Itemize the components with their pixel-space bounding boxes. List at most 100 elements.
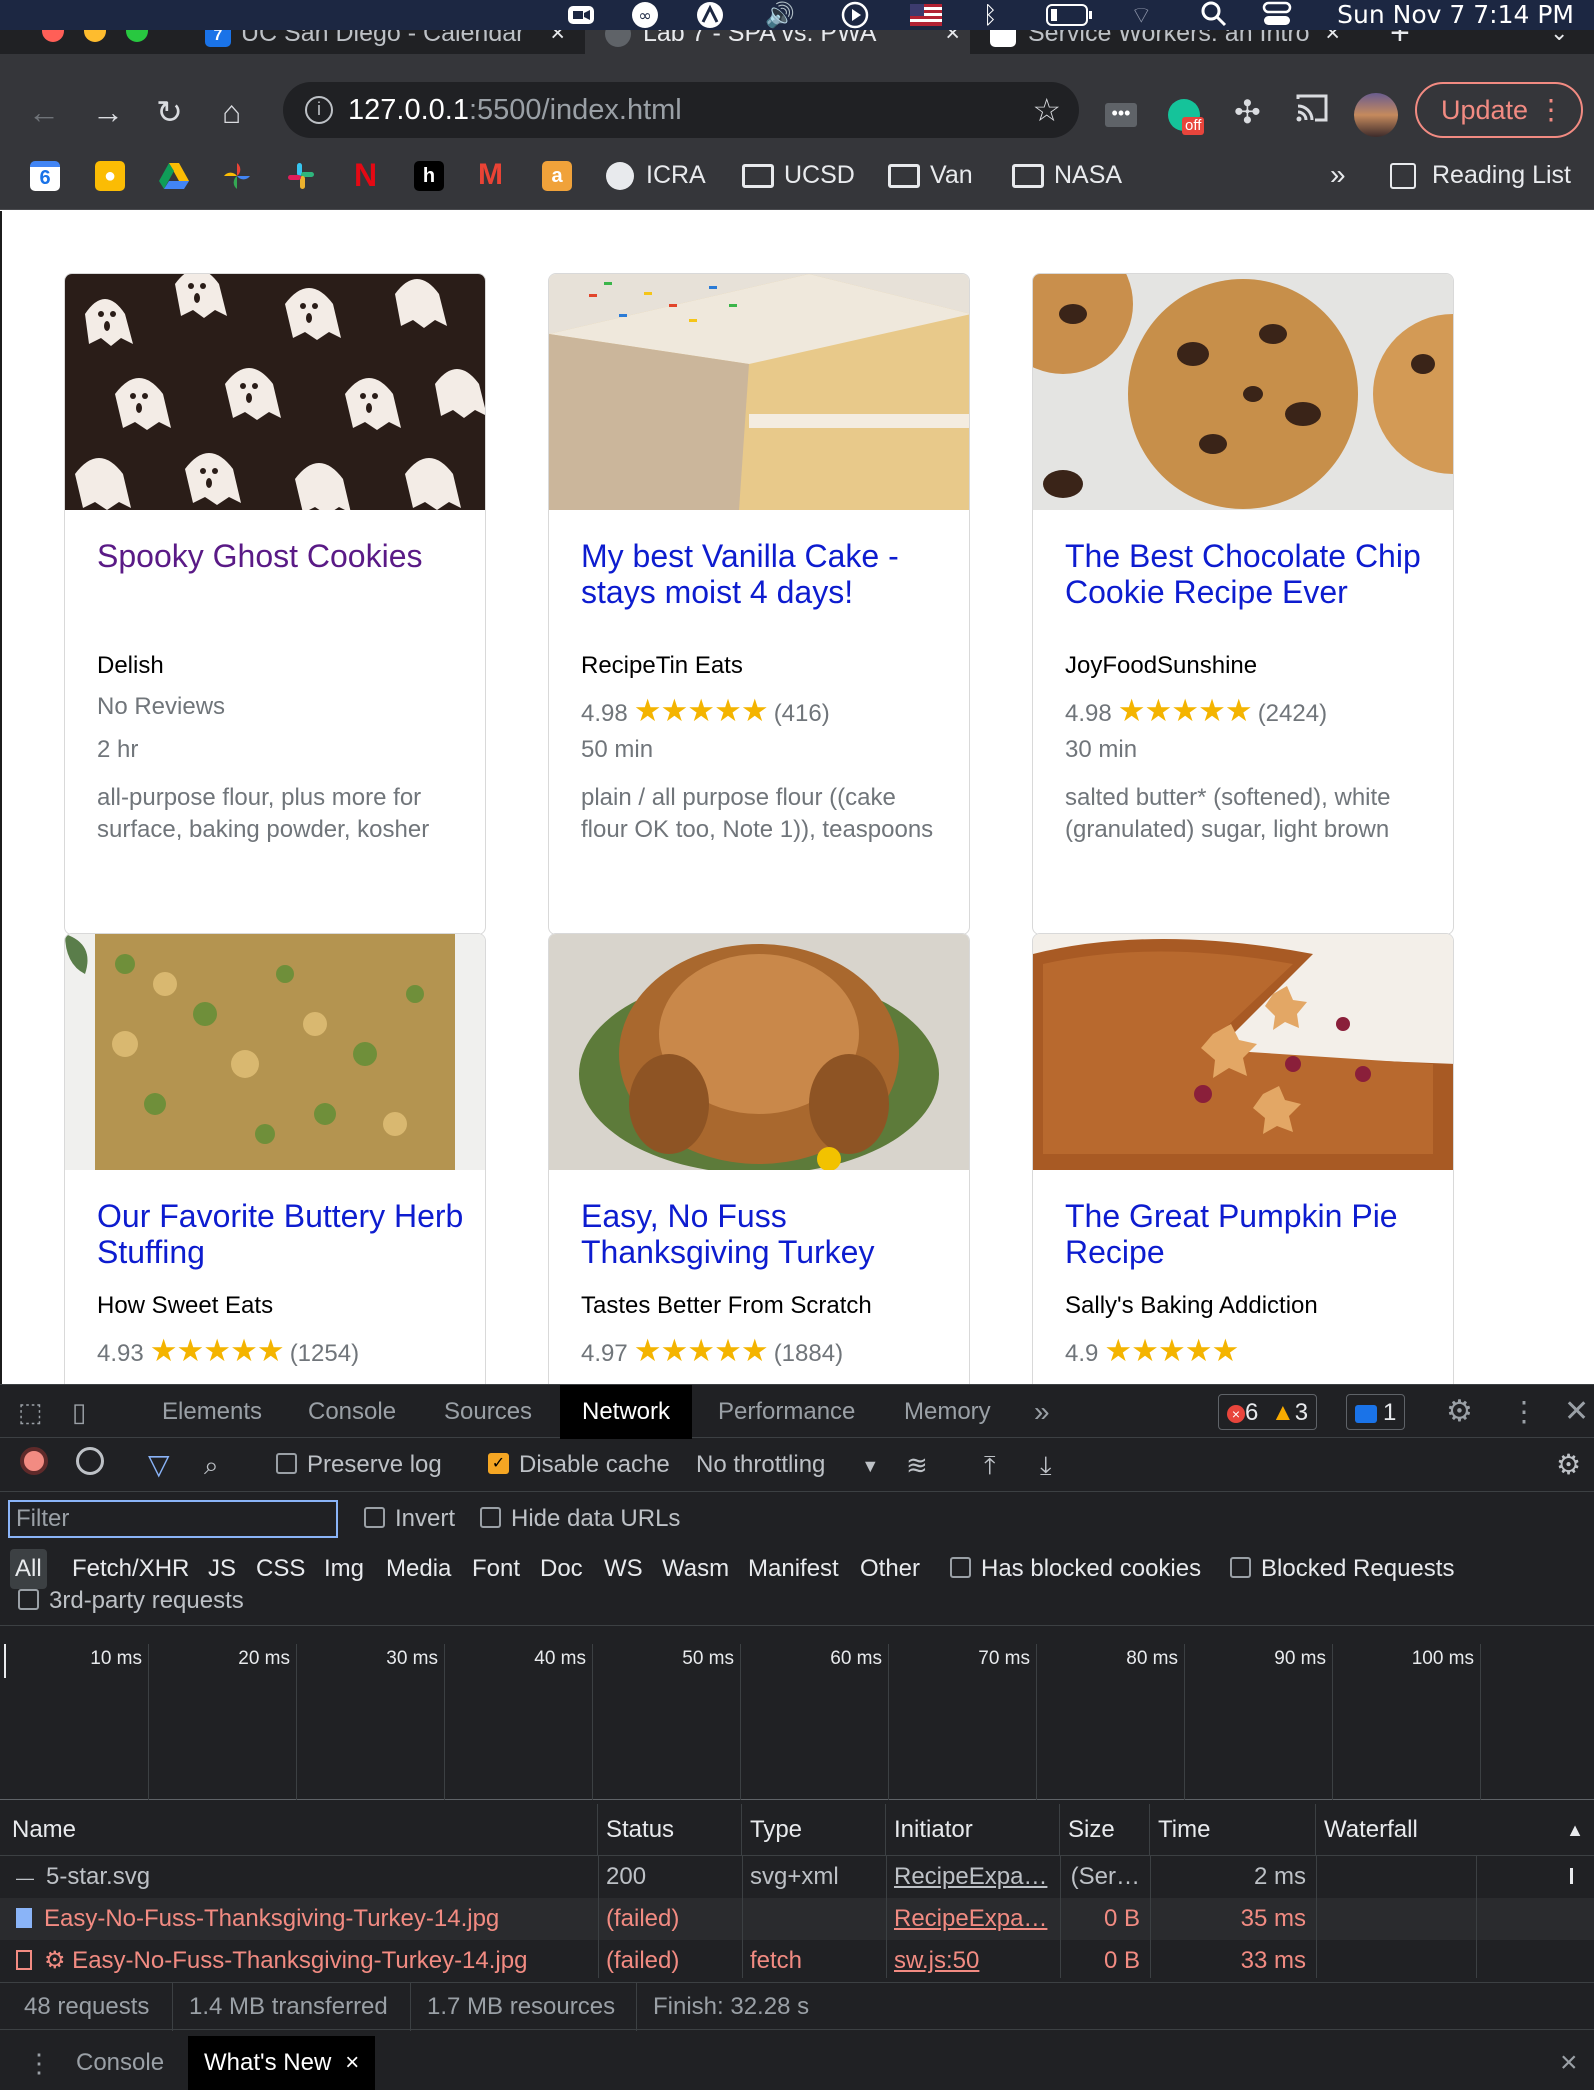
inspect-element-icon[interactable]: ⬚ — [18, 1385, 43, 1439]
devtools-tab-network[interactable]: Network — [560, 1385, 693, 1439]
record-button[interactable] — [20, 1447, 48, 1475]
request-name-cell[interactable]: Easy-No-Fuss-Thanksgiving-Turkey-14.jpg — [4, 1898, 598, 1940]
recipe-card[interactable]: Easy, No Fuss Thanksgiving Turkey Tastes… — [548, 933, 970, 1384]
filter-input[interactable]: Filter — [8, 1500, 338, 1538]
clear-icon[interactable] — [76, 1447, 104, 1475]
filter-doc[interactable]: Doc — [540, 1549, 583, 1589]
recipe-title-link[interactable]: My best Vanilla Cake - stays moist 4 day… — [581, 538, 951, 610]
home-icon[interactable]: ⌂ — [222, 92, 241, 132]
infinity-icon[interactable]: ∞ — [630, 0, 660, 30]
issues-counter[interactable]: × 6 ▲3 — [1218, 1394, 1318, 1430]
filter-img[interactable]: Img — [324, 1549, 364, 1589]
column-size[interactable]: Size — [1060, 1804, 1150, 1856]
address-bar[interactable]: i 127.0.0.1:5500/index.html ☆ — [283, 82, 1079, 138]
throttling-select[interactable]: No throttling ▼ — [696, 1447, 879, 1484]
request-name-cell[interactable]: — 5-star.svg — [4, 1856, 598, 1898]
filter-css[interactable]: CSS — [256, 1549, 305, 1589]
drawer-tab-console[interactable]: Console — [76, 2036, 164, 2090]
recipe-title-link[interactable]: Spooky Ghost Cookies — [97, 538, 467, 574]
new-tab-plus-icon[interactable]: + — [1390, 30, 1410, 54]
bluetooth-icon[interactable]: ᛒ — [983, 0, 997, 30]
filter-manifest[interactable]: Manifest — [748, 1549, 839, 1589]
filter-ws[interactable]: WS — [604, 1549, 643, 1589]
forward-icon[interactable]: → — [92, 92, 124, 132]
request-initiator-cell[interactable]: RecipeExpa… — [886, 1898, 1060, 1940]
filter-wasm[interactable]: Wasm — [662, 1549, 729, 1589]
drawer-tab-close-icon[interactable]: × — [345, 2049, 359, 2076]
us-flag-icon[interactable] — [910, 0, 942, 30]
filter-font[interactable]: Font — [472, 1549, 520, 1589]
recipe-title-link[interactable]: Our Favorite Buttery Herb Stuffing — [97, 1198, 467, 1270]
play-icon[interactable] — [840, 0, 870, 30]
bookmark-h[interactable]: h — [414, 157, 444, 193]
request-initiator-cell[interactable]: sw.js:50 — [886, 1940, 1060, 1982]
filter-media[interactable]: Media — [386, 1549, 451, 1589]
more-tabs-icon[interactable]: » — [1034, 1385, 1050, 1439]
back-icon[interactable]: ← — [28, 92, 60, 132]
recipe-title-link[interactable]: The Great Pumpkin Pie Recipe — [1065, 1198, 1435, 1270]
disable-cache-checkbox[interactable]: ✓ Disable cache — [488, 1447, 670, 1483]
window-zoom-button[interactable] — [126, 30, 148, 42]
grammarly-extension-icon[interactable]: off — [1168, 92, 1205, 135]
filter-other[interactable]: Other — [860, 1549, 920, 1589]
tab-search-chevron-icon[interactable]: ⌄ — [1550, 30, 1568, 54]
devtools-tab-sources[interactable]: Sources — [444, 1385, 532, 1439]
request-name-cell[interactable]: ⚙ Easy-No-Fuss-Thanksgiving-Turkey-14.jp… — [4, 1940, 598, 1982]
request-initiator-cell[interactable]: RecipeExpa… — [886, 1856, 1060, 1898]
cast-icon[interactable] — [1295, 92, 1329, 132]
tab-lab7[interactable]: Lab 7 - SPA vs. PWA × — [585, 30, 970, 54]
spotlight-search-icon[interactable] — [1200, 0, 1228, 30]
bookmark-icra[interactable]: ICRA — [606, 157, 706, 193]
hide-data-urls-checkbox[interactable]: Hide data URLs — [480, 1501, 680, 1537]
bookmark-drive[interactable] — [158, 157, 190, 193]
preserve-log-checkbox[interactable]: Preserve log — [276, 1447, 442, 1483]
reload-icon[interactable]: ↻ — [156, 92, 183, 132]
vpn-icon[interactable] — [695, 0, 725, 30]
recipe-title-link[interactable]: Easy, No Fuss Thanksgiving Turkey — [581, 1198, 951, 1270]
netflix-icon[interactable]: N — [354, 157, 377, 193]
invert-checkbox[interactable]: Invert — [364, 1501, 455, 1537]
window-minimize-button[interactable] — [84, 30, 106, 42]
recipe-card[interactable]: Spooky Ghost Cookies Delish No Reviews 2… — [64, 273, 486, 935]
tab-uc-san-diego[interactable]: 7 UC San Diego - Calendar × — [205, 30, 575, 54]
request-name[interactable]: Easy-No-Fuss-Thanksgiving-Turkey-14.jpg — [44, 1905, 499, 1932]
filter-funnel-icon[interactable]: ▽ — [148, 1447, 170, 1483]
window-close-button[interactable] — [42, 30, 64, 42]
drawer-tab-whats-new[interactable]: What's New × — [188, 2036, 376, 2090]
bookmark-slack[interactable] — [286, 157, 316, 193]
has-blocked-cookies-checkbox[interactable]: Has blocked cookies — [950, 1549, 1201, 1589]
import-har-icon[interactable]: ⤒ — [984, 1447, 996, 1483]
gmail-icon[interactable]: M — [478, 157, 503, 193]
bookmark-folder-ucsd[interactable]: UCSD — [742, 157, 855, 193]
devtools-tab-console[interactable]: Console — [308, 1385, 396, 1439]
column-initiator[interactable]: Initiator — [886, 1804, 1060, 1856]
control-center-icon[interactable] — [1262, 0, 1292, 30]
column-waterfall[interactable]: Waterfall ▲ — [1316, 1804, 1594, 1856]
tab-close-icon[interactable]: × — [945, 30, 960, 48]
recipe-title-link[interactable]: The Best Chocolate Chip Cookie Recipe Ev… — [1065, 538, 1435, 610]
request-name[interactable]: ⚙ Easy-No-Fuss-Thanksgiving-Turkey-14.jp… — [44, 1947, 527, 1974]
bookmark-photos[interactable] — [222, 157, 252, 193]
wifi-off-icon[interactable]: ⌔ — [1130, 0, 1153, 30]
battery-icon[interactable] — [1045, 0, 1095, 30]
bookmark-folder-nasa[interactable]: NASA — [1012, 157, 1122, 193]
devtools-tab-performance[interactable]: Performance — [718, 1385, 855, 1439]
network-settings-gear-icon[interactable]: ⚙ — [1556, 1447, 1581, 1483]
bookmark-keep[interactable]: ● — [95, 157, 125, 193]
drawer-menu-icon[interactable]: ⋮ — [26, 2036, 52, 2090]
recipe-card[interactable]: My best Vanilla Cake - stays moist 4 day… — [548, 273, 970, 935]
bookmark-amazon[interactable]: a — [542, 157, 572, 193]
chrome-menu-icon[interactable]: ⋮ — [1537, 84, 1565, 136]
recipe-card[interactable]: Our Favorite Buttery Herb Stuffing How S… — [64, 933, 486, 1384]
column-type[interactable]: Type — [742, 1804, 886, 1856]
bookmark-star-icon[interactable]: ☆ — [1032, 82, 1061, 138]
recipe-card[interactable]: The Best Chocolate Chip Cookie Recipe Ev… — [1032, 273, 1454, 935]
tab-close-icon[interactable]: × — [1325, 30, 1340, 48]
devtools-close-icon[interactable]: ✕ — [1564, 1385, 1589, 1439]
network-conditions-icon[interactable]: ≋ — [906, 1447, 928, 1483]
bookmark-folder-van[interactable]: Van — [888, 157, 973, 193]
password-extension-icon[interactable]: ••• — [1105, 92, 1137, 132]
column-name[interactable]: Name — [4, 1804, 598, 1856]
column-time[interactable]: Time — [1150, 1804, 1316, 1856]
tab-close-icon[interactable]: × — [550, 30, 565, 48]
